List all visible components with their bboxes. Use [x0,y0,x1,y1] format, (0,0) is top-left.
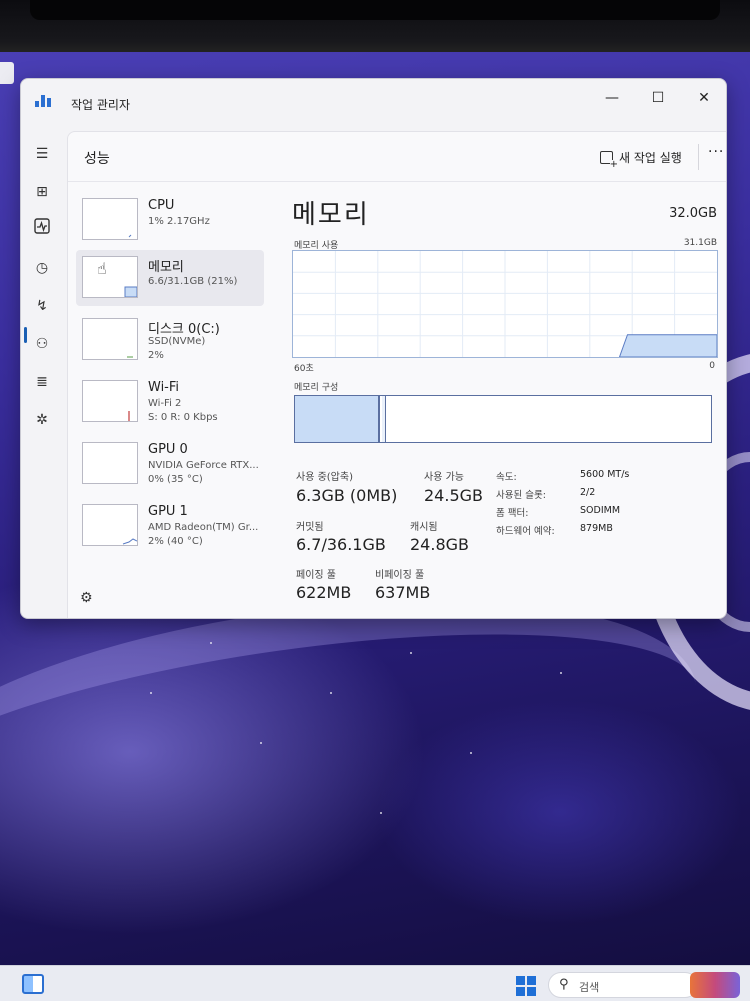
paged-pool-label: 페이징 풀 [296,570,336,581]
search-highlight-image[interactable] [690,972,740,998]
committed-value: 6.7/36.1GB [296,535,386,554]
memory-usage-area [618,334,718,358]
navigation-rail: ☰ ⊞ ◷ ↯ ⚇ ≣ ✲ [21,131,65,618]
settings-icon[interactable]: ⚙ [80,590,93,606]
gpu1-thumbnail-graph [82,504,138,546]
modified-segment [382,396,387,442]
startup-icon[interactable]: ↯ [29,293,55,319]
task-manager-icon [35,95,51,107]
speed-label: 속도: [496,472,517,483]
title-bar[interactable]: 작업 관리자 — ☐ ✕ [21,79,726,121]
resource-name: GPU 0 [148,442,188,457]
available-label: 사용 가능 [424,472,464,483]
resource-item-gpu1[interactable]: GPU 1 AMD Radeon(TM) Gr... 2% (40 °C) [76,498,264,554]
resource-name: CPU [148,198,175,213]
hamburger-icon[interactable]: ☰ [29,141,55,167]
more-options-button[interactable]: ··· [708,144,724,160]
monitor-bezel [0,0,750,52]
resource-detail: AMD Radeon(TM) Gr... [148,522,259,533]
memory-title: 메모리 [292,200,370,230]
resource-usage: 2% [148,350,164,361]
resource-detail: SSD(NVMe) [148,336,206,347]
run-new-task-button[interactable]: 새 작업 실행 [594,144,688,170]
paged-pool-value: 622MB [296,583,352,602]
minimize-button[interactable]: — [589,83,635,113]
gpu0-thumbnail-graph [82,442,138,484]
resource-detail: NVIDIA GeForce RTX... [148,460,259,471]
performance-icon[interactable] [29,217,55,243]
users-icon[interactable]: ⚇ [29,331,55,357]
resource-name: GPU 1 [148,504,188,519]
disk-thumbnail-graph [82,318,138,360]
search-icon: ⚲ [559,977,569,992]
resource-name: Wi-Fi [148,380,180,395]
resource-detail: Wi-Fi 2 [148,398,182,409]
nonpaged-pool-label: 비페이징 풀 [375,570,425,581]
memory-usage-graph [292,250,718,358]
graph-time-label: 60초 [294,364,314,374]
committed-label: 커밋됨 [296,522,324,533]
search-placeholder: 검색 [579,981,600,994]
services-icon[interactable]: ✲ [29,407,55,433]
performance-page: 성능 새 작업 실행 ··· CPU 1% 2.17GHz ☝ 메모리 6.6/… [67,131,726,618]
form-factor-label: 폼 팩터: [496,508,529,519]
task-manager-window: 작업 관리자 — ☐ ✕ ☰ ⊞ ◷ ↯ ⚇ ≣ ✲ 성능 새 작업 실행 ··… [20,78,727,619]
window-title: 작업 관리자 [71,98,131,112]
graph-now-label: 0 [709,361,715,371]
memory-total: 32.0GB [669,206,717,221]
resource-usage: 0% (35 °C) [148,474,203,485]
widgets-icon[interactable] [22,974,44,994]
memory-composition-label: 메모리 구성 [294,383,339,393]
hardware-reserved-value: 879MB [580,523,613,534]
page-title: 성능 [84,151,110,167]
details-icon[interactable]: ≣ [29,369,55,395]
mouse-cursor-icon: ☝ [97,259,107,278]
resource-name: 메모리 [148,260,184,275]
nonpaged-pool-value: 637MB [375,583,431,602]
close-button[interactable]: ✕ [681,83,726,113]
processes-icon[interactable]: ⊞ [29,179,55,205]
memory-usage-max: 31.1GB [683,238,717,248]
slots-label: 사용된 슬롯: [496,490,546,501]
resource-item-gpu0[interactable]: GPU 0 NVIDIA GeForce RTX... 0% (35 °C) [76,436,264,492]
form-factor-value: SODIMM [580,505,621,516]
page-header: 성능 새 작업 실행 ··· [68,132,726,182]
in-use-value: 6.3GB (0MB) [296,486,398,505]
header-divider [698,144,699,170]
resource-usage: S: 0 R: 0 Kbps [148,412,218,423]
resource-detail: 1% 2.17GHz [148,216,210,227]
memory-usage-chart [293,251,718,358]
offscreen-window-edge [0,62,14,84]
resource-item-cpu[interactable]: CPU 1% 2.17GHz [76,192,264,248]
resource-usage: 2% (40 °C) [148,536,203,547]
slots-value: 2/2 [580,487,596,498]
in-use-segment [295,396,381,442]
app-history-icon[interactable]: ◷ [29,255,55,281]
active-indicator [24,327,27,343]
hardware-reserved-label: 하드웨어 예약: [496,526,555,537]
maximize-button[interactable]: ☐ [635,83,681,113]
taskbar-search[interactable]: ⚲ 검색 [548,972,698,998]
memory-composition-bar [294,395,712,443]
cached-value: 24.8GB [410,535,469,554]
resource-name: 디스크 0(C:) [148,322,220,337]
start-button[interactable] [516,976,536,996]
resource-detail: 6.6/31.1GB (21%) [148,276,238,287]
taskbar: ⚲ 검색 [0,965,750,1001]
memory-thumbnail-graph: ☝ [82,256,138,298]
speed-value: 5600 MT/s [580,469,630,480]
cpu-thumbnail-graph [82,198,138,240]
cached-label: 캐시됨 [410,522,438,533]
in-use-label: 사용 중(압축) [296,472,353,483]
run-new-task-label: 새 작업 실행 [619,150,682,165]
wifi-thumbnail-graph [82,380,138,422]
resource-item-memory[interactable]: ☝ 메모리 6.6/31.1GB (21%) [76,250,264,306]
resource-item-disk[interactable]: 디스크 0(C:) SSD(NVMe) 2% [76,312,264,368]
available-value: 24.5GB [424,486,483,505]
new-task-icon [600,150,618,170]
resource-item-wifi[interactable]: Wi-Fi Wi-Fi 2 S: 0 R: 0 Kbps [76,374,264,430]
